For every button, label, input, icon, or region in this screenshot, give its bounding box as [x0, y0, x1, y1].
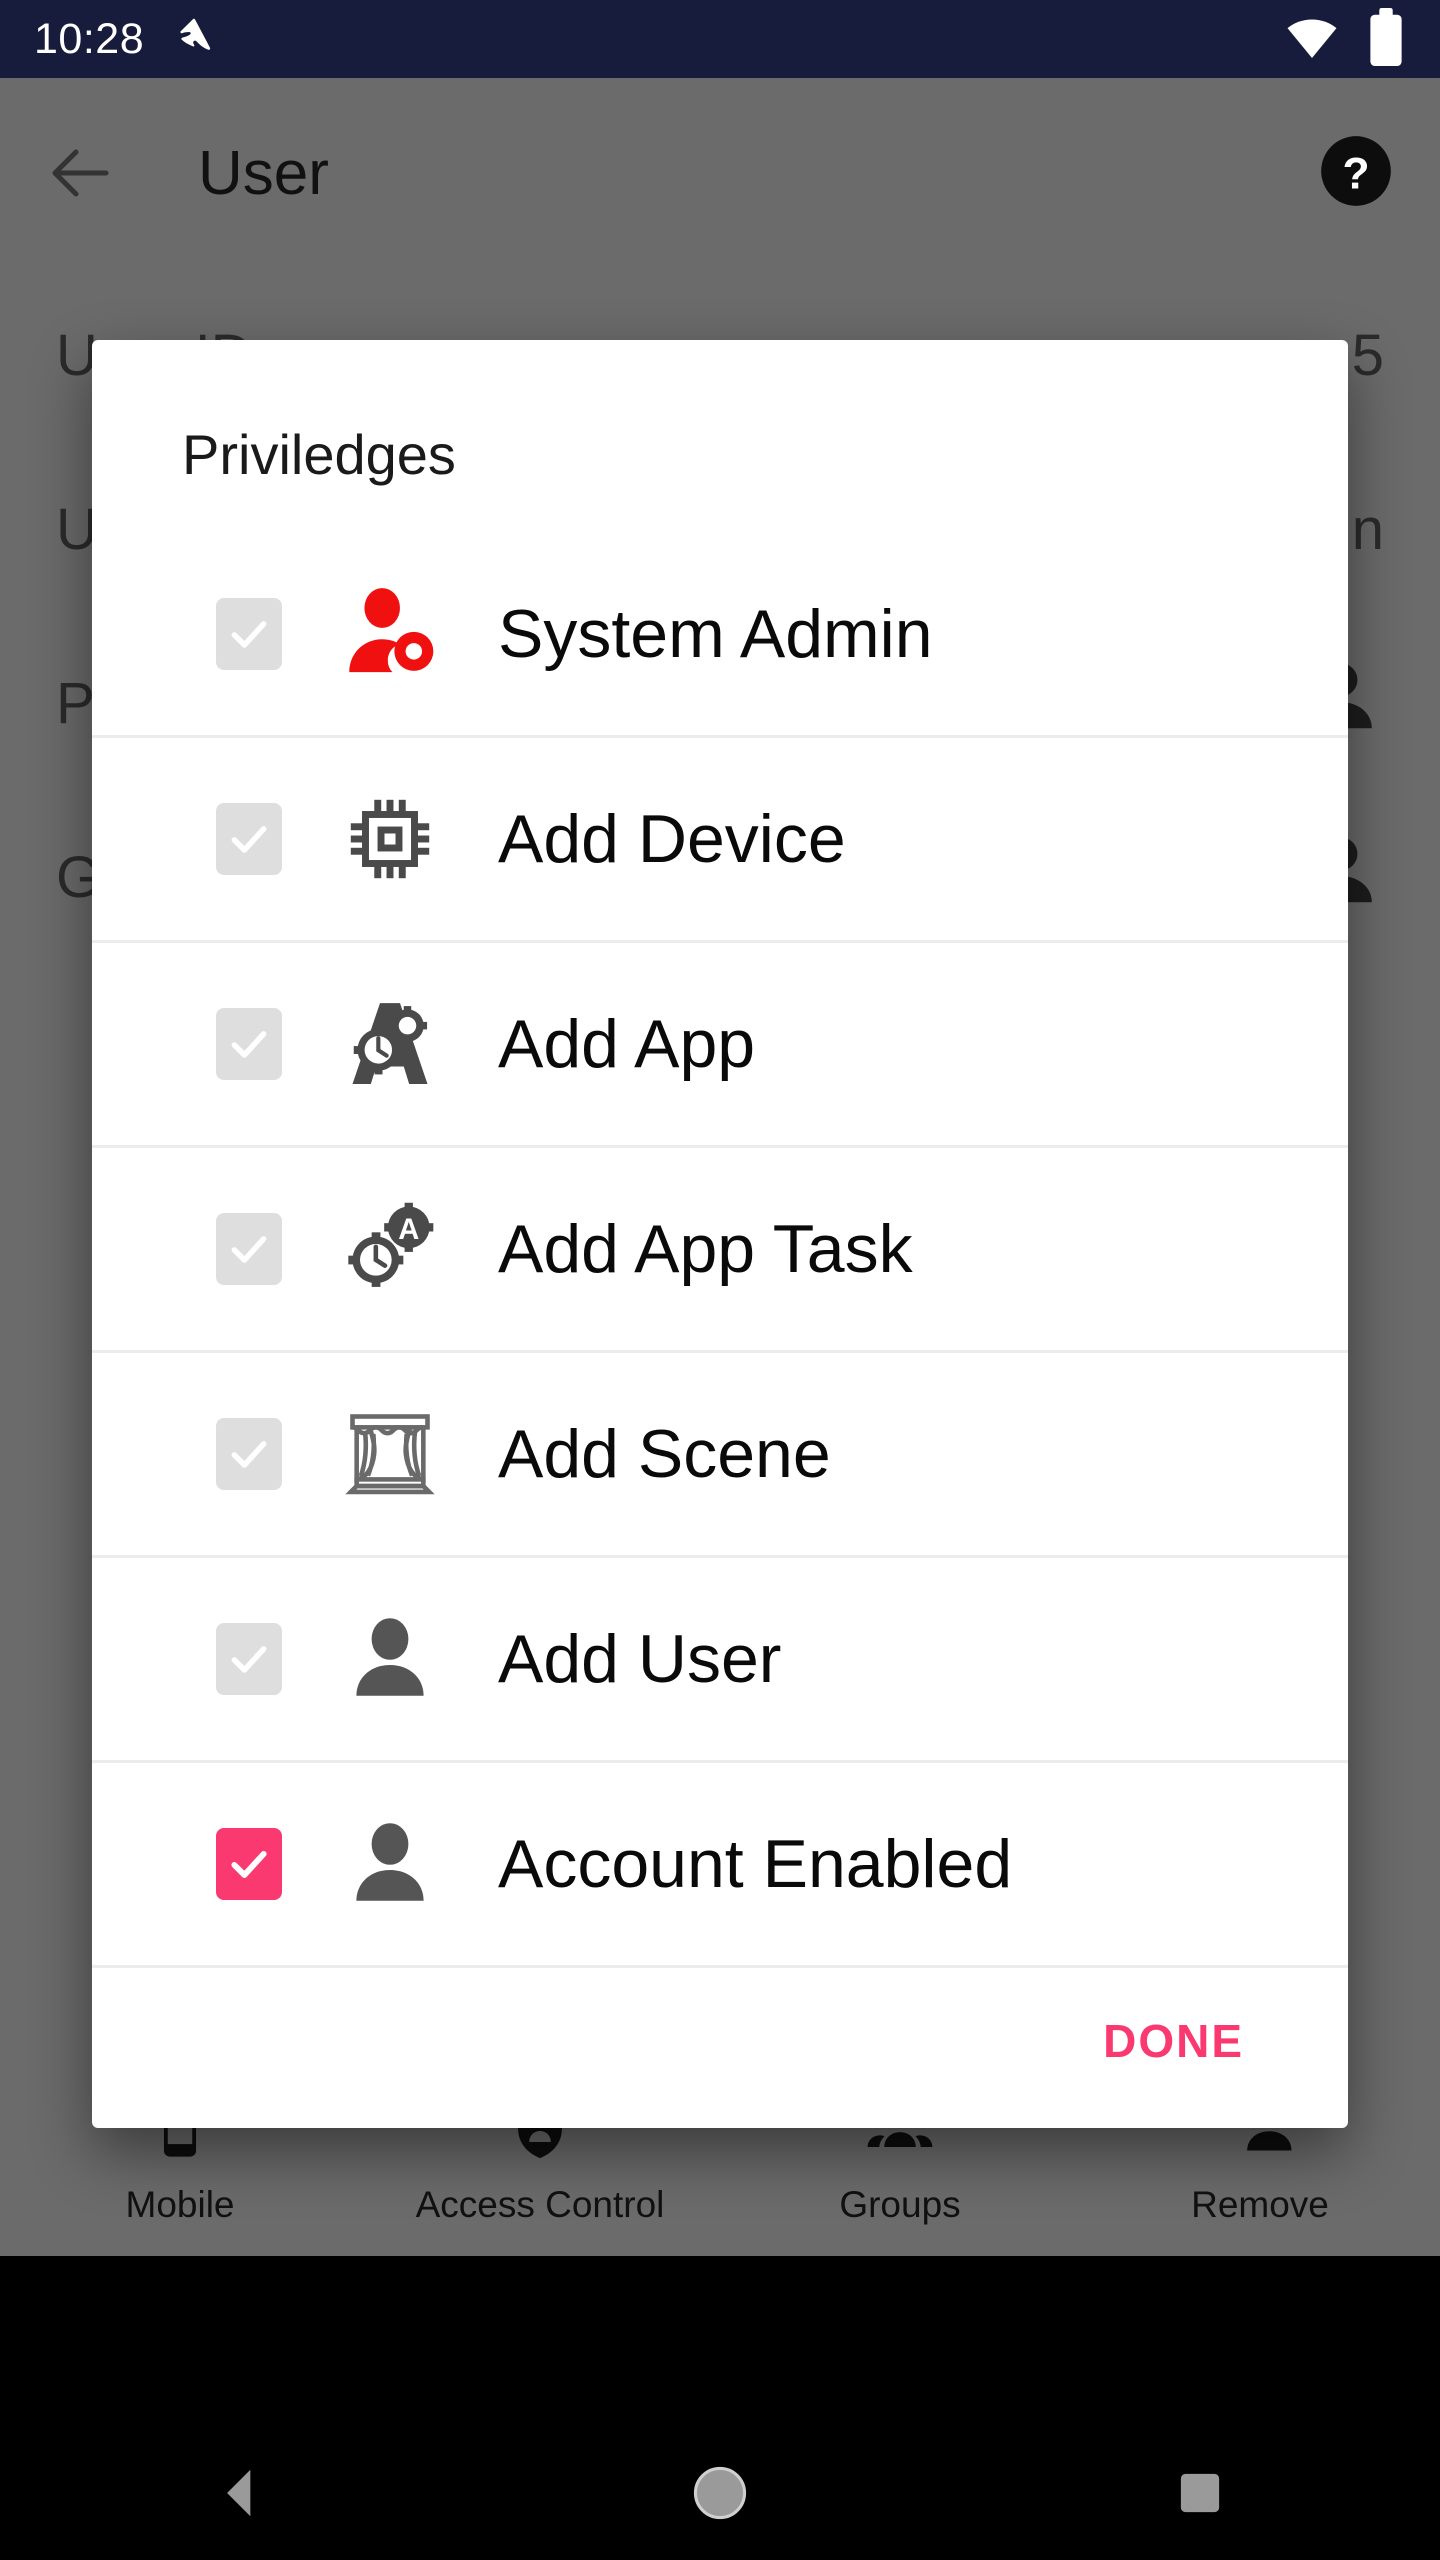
person-icon [330, 1816, 450, 1912]
status-bar-system-icons [1284, 7, 1406, 71]
status-bar: 10:28 [0, 0, 1440, 78]
nav-home-circle-icon[interactable] [480, 2462, 960, 2524]
priviledge-row-account-enabled[interactable]: Account Enabled [92, 1763, 1348, 1968]
priviledge-label: Add Device [498, 801, 846, 877]
priviledge-row-add-app[interactable]: Add App [92, 943, 1348, 1148]
nav-recents-square-icon[interactable] [960, 2466, 1440, 2520]
dialog-title: Priviledges [182, 423, 456, 486]
tab-label: Access Control [415, 2183, 665, 2225]
battery-icon [1366, 7, 1406, 71]
wifi-icon [1284, 9, 1340, 70]
nav-back-triangle-icon[interactable] [0, 2462, 480, 2524]
user-settings-icon [330, 582, 450, 686]
dialog-action-bar: DONE [92, 1968, 1348, 2128]
svg-text:A: A [398, 1214, 419, 1246]
priviledge-row-add-app-task[interactable]: A Add App Task [92, 1148, 1348, 1353]
priviledge-row-add-device[interactable]: Add Device [92, 738, 1348, 943]
priviledge-label: Add User [498, 1621, 782, 1697]
checkbox-account-enabled[interactable] [216, 1828, 282, 1900]
checkbox-add-user[interactable] [216, 1623, 282, 1695]
help-circle-icon[interactable]: ? [1318, 133, 1394, 214]
priviledge-label: Account Enabled [498, 1826, 1013, 1902]
priviledges-dialog: Priviledges System Admin Add Device Add … [92, 340, 1348, 2128]
priviledge-label: System Admin [498, 596, 933, 672]
status-bar-clock: 10:28 [34, 14, 145, 63]
priviledge-label: Add Scene [498, 1416, 831, 1492]
priviledge-label: Add App [498, 1006, 756, 1082]
status-bar-notification-area [170, 13, 218, 66]
app-gears-icon [330, 994, 450, 1094]
checkbox-add-app-task[interactable] [216, 1213, 282, 1285]
priviledge-row-add-scene[interactable]: Add Scene [92, 1353, 1348, 1558]
back-arrow-icon[interactable] [46, 137, 118, 209]
svg-text:?: ? [1342, 149, 1369, 198]
checkbox-add-app[interactable] [216, 1008, 282, 1080]
checkbox-add-device[interactable] [216, 803, 282, 875]
android-nav-bar [0, 2426, 1440, 2560]
tab-label: Groups [839, 2183, 961, 2225]
done-button[interactable]: DONE [1103, 2014, 1244, 2068]
priviledge-row-add-user[interactable]: Add User [92, 1558, 1348, 1763]
background-row-value: 5 [1351, 322, 1384, 388]
checkbox-system-admin[interactable] [216, 598, 282, 670]
chip-icon [330, 790, 450, 888]
stage-curtain-icon [330, 1404, 450, 1504]
person-icon [330, 1611, 450, 1707]
priviledge-row-system-admin[interactable]: System Admin [92, 533, 1348, 738]
tab-label: Remove [1191, 2183, 1329, 2225]
priviledge-label: Add App Task [498, 1211, 913, 1287]
task-gears-icon: A [330, 1199, 450, 1299]
notification-icon [170, 13, 218, 66]
tab-label: Mobile [125, 2183, 235, 2225]
app-bar: User ? [0, 78, 1440, 268]
checkbox-add-scene[interactable] [216, 1418, 282, 1490]
page-title: User [198, 138, 329, 208]
